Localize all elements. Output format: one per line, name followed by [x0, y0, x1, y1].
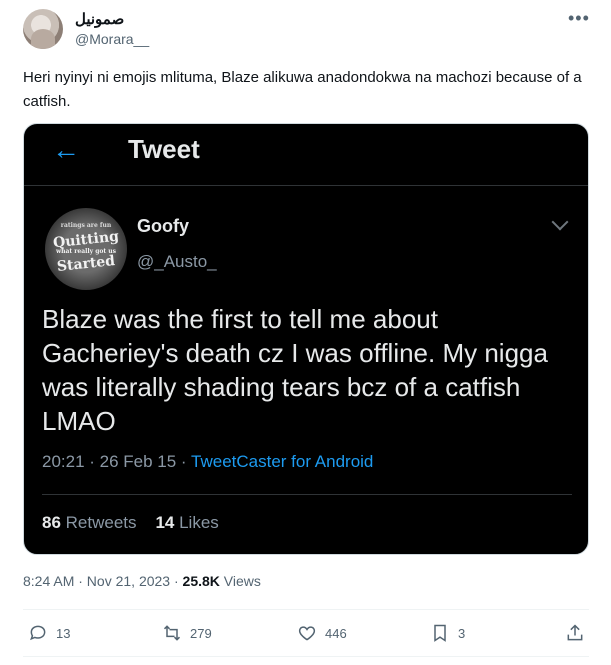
- embedded-likes-label: Likes: [179, 513, 219, 532]
- embedded-avatar-text-4: Started: [56, 253, 116, 275]
- reply-count: 13: [56, 625, 71, 641]
- embedded-time: 20:21 · 26 Feb 15 ·: [42, 452, 192, 471]
- meta-divider: [23, 609, 589, 610]
- like-button[interactable]: 446: [297, 620, 347, 646]
- author-display-name[interactable]: صمونيل: [75, 10, 124, 28]
- embedded-likes-count: 14: [155, 513, 175, 532]
- tweet-card: صمونيل @Morara__ ••• Heri nyinyi ni emoj…: [0, 0, 611, 665]
- reply-icon: [30, 625, 46, 641]
- chevron-down-icon: [551, 213, 569, 231]
- views-count: 25.8K: [182, 573, 220, 589]
- bookmark-button[interactable]: 3: [430, 620, 465, 646]
- embedded-divider-2: [42, 494, 572, 495]
- retweet-button[interactable]: 279: [162, 620, 212, 646]
- embedded-meta: 20:21 · 26 Feb 15 · TweetCaster for Andr…: [42, 452, 373, 472]
- embedded-divider: [24, 185, 588, 186]
- embedded-header-title: Tweet: [128, 134, 200, 164]
- bookmark-count: 3: [458, 625, 466, 641]
- bottom-divider: [23, 656, 589, 657]
- tweet-meta: 8:24 AM · Nov 21, 2023 · 25.8K Views: [23, 573, 261, 589]
- reply-button[interactable]: 13: [28, 620, 70, 646]
- retweet-count: 279: [190, 625, 212, 641]
- embedded-stats: 86 Retweets 14 Likes: [42, 513, 219, 533]
- tweet-timestamp[interactable]: 8:24 AM · Nov 21, 2023 ·: [23, 573, 183, 589]
- more-icon[interactable]: •••: [568, 8, 590, 29]
- embedded-screenshot[interactable]: ← Tweet ratings are fun Quitting what re…: [23, 123, 589, 555]
- bookmark-icon: [434, 624, 446, 642]
- embedded-retweets-count: 86: [42, 513, 61, 532]
- tweet-text: Heri nyinyi ni emojis mlituma, Blaze ali…: [23, 69, 582, 110]
- embedded-retweets-label: Retweets: [65, 513, 137, 532]
- embedded-handle: @_Austo_: [137, 252, 217, 271]
- embedded-name: Goofy: [137, 216, 189, 236]
- author-handle[interactable]: @Morara__: [75, 31, 149, 47]
- like-count: 446: [325, 625, 347, 641]
- action-bar: 13 279 446 3: [0, 620, 611, 650]
- author-avatar[interactable]: [23, 9, 63, 49]
- retweet-icon: [163, 625, 181, 641]
- embedded-client: TweetCaster for Android: [191, 452, 374, 471]
- embedded-avatar: ratings are fun Quitting what really got…: [45, 208, 127, 290]
- share-button[interactable]: [565, 620, 585, 646]
- back-arrow-icon: ←: [52, 134, 80, 165]
- views-label: Views: [219, 573, 261, 589]
- embedded-body: Blaze was the first to tell me about Gac…: [42, 304, 548, 436]
- share-icon: [567, 624, 583, 641]
- heart-icon: [298, 626, 316, 641]
